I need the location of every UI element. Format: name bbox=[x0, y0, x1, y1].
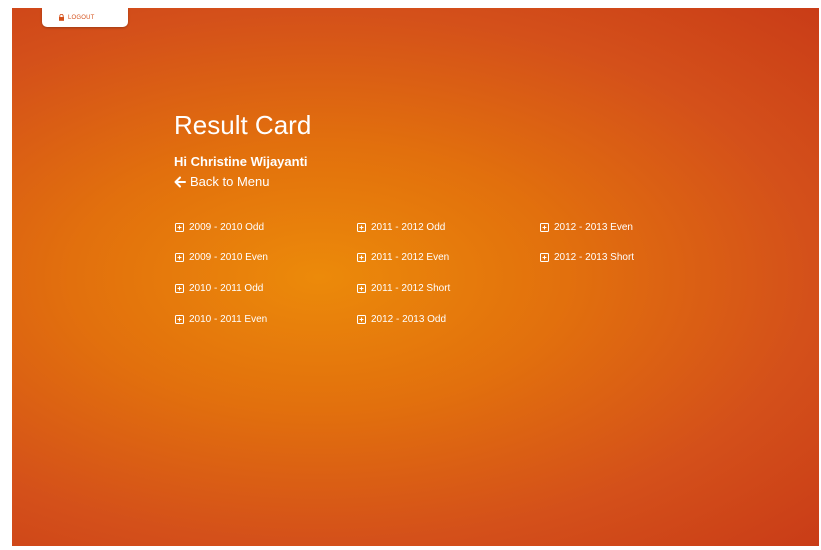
semester-link-2010-2011-even[interactable]: 2010 - 2011 Even bbox=[175, 314, 267, 325]
semester-label: 2009 - 2010 Odd bbox=[189, 222, 265, 233]
semester-link-2012-2013-even[interactable]: 2012 - 2013 Even bbox=[540, 222, 633, 233]
plus-square-icon bbox=[357, 223, 366, 232]
semester-link-2012-2013-odd[interactable]: 2012 - 2013 Odd bbox=[357, 314, 446, 325]
semester-label: 2011 - 2012 Even bbox=[371, 252, 450, 263]
semester-label: 2011 - 2012 Odd bbox=[371, 222, 446, 233]
semester-link-2012-2013-short[interactable]: 2012 - 2013 Short bbox=[540, 252, 634, 263]
greeting-text: Hi Christine Wijayanti bbox=[174, 154, 308, 169]
semester-link-2011-2012-short[interactable]: 2011 - 2012 Short bbox=[357, 283, 450, 294]
semester-link-2011-2012-odd[interactable]: 2011 - 2012 Odd bbox=[357, 222, 445, 233]
app-frame: LOGOUT Result Card Hi Christine Wijayant… bbox=[12, 8, 819, 546]
plus-square-icon bbox=[357, 284, 366, 293]
semester-label: 2009 - 2010 Even bbox=[189, 252, 268, 263]
semester-label: 2012 - 2013 Odd bbox=[371, 314, 447, 325]
semester-label: 2010 - 2011 Odd bbox=[189, 283, 264, 294]
plus-square-icon bbox=[175, 223, 184, 232]
semester-list: 2009 - 2010 Odd 2009 - 2010 Even 2010 - … bbox=[175, 222, 695, 362]
page-title: Result Card bbox=[174, 110, 312, 140]
arrow-left-icon bbox=[174, 176, 186, 188]
logout-label: LOGOUT bbox=[68, 14, 95, 21]
semester-link-2009-2010-even[interactable]: 2009 - 2010 Even bbox=[175, 252, 268, 263]
logout-button[interactable]: LOGOUT bbox=[42, 8, 128, 27]
plus-square-icon bbox=[175, 253, 184, 262]
semester-label: 2010 - 2011 Even bbox=[189, 314, 268, 325]
plus-square-icon bbox=[357, 253, 366, 262]
plus-square-icon bbox=[175, 315, 184, 324]
semester-label: 2012 - 2013 Short bbox=[554, 252, 635, 263]
back-to-menu-label: Back to Menu bbox=[190, 174, 270, 189]
semester-link-2011-2012-even[interactable]: 2011 - 2012 Even bbox=[357, 252, 449, 263]
plus-square-icon bbox=[540, 223, 549, 232]
lock-icon bbox=[58, 14, 65, 21]
header-section: Result Card Hi Christine Wijayanti Back … bbox=[174, 108, 311, 190]
semester-label: 2011 - 2012 Short bbox=[371, 283, 451, 294]
back-to-menu-link[interactable]: Back to Menu bbox=[174, 174, 311, 190]
semester-label: 2012 - 2013 Even bbox=[554, 222, 633, 233]
plus-square-icon bbox=[175, 284, 184, 293]
semester-link-2010-2011-odd[interactable]: 2010 - 2011 Odd bbox=[175, 283, 263, 294]
semester-link-2009-2010-odd[interactable]: 2009 - 2010 Odd bbox=[175, 222, 264, 233]
plus-square-icon bbox=[357, 315, 366, 324]
plus-square-icon bbox=[540, 253, 549, 262]
